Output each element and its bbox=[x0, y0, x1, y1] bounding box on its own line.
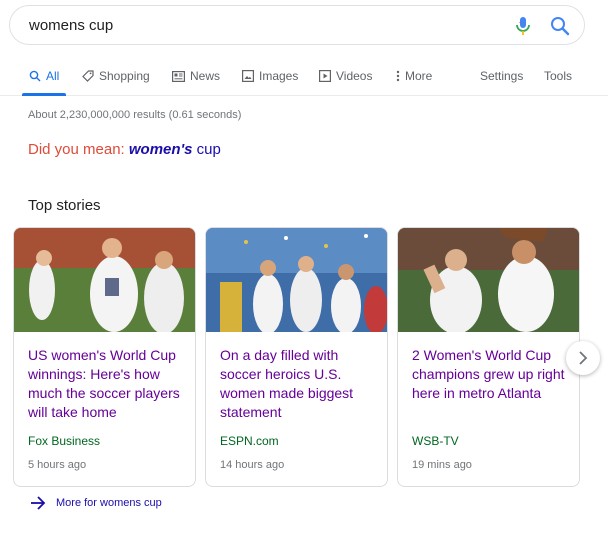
did-you-mean-label: Did you mean: bbox=[28, 141, 125, 158]
story-source: Fox Business bbox=[28, 434, 101, 448]
tab-label: Shopping bbox=[99, 69, 150, 83]
search-box[interactable]: womens cup bbox=[9, 5, 585, 45]
story-thumbnail bbox=[14, 228, 195, 332]
settings-link[interactable]: Settings bbox=[480, 69, 523, 83]
more-stories-label: More for womens cup bbox=[56, 497, 162, 509]
tab-more[interactable]: More bbox=[396, 69, 432, 83]
newspaper-icon bbox=[172, 70, 185, 82]
active-tab-indicator bbox=[22, 93, 66, 96]
search-input[interactable]: womens cup bbox=[29, 17, 113, 34]
story-time: 19 mins ago bbox=[412, 459, 472, 471]
story-card[interactable]: US women's World Cup winnings: Here's ho… bbox=[13, 227, 196, 487]
tag-icon bbox=[82, 70, 94, 82]
story-headline[interactable]: US women's World Cup winnings: Here's ho… bbox=[28, 346, 188, 422]
tab-news[interactable]: News bbox=[172, 69, 220, 83]
search-icon[interactable] bbox=[550, 16, 570, 36]
tab-label: Images bbox=[259, 69, 299, 83]
tab-all[interactable]: All bbox=[29, 69, 59, 83]
corrected-term: women's bbox=[128, 141, 193, 158]
tab-videos[interactable]: Videos bbox=[319, 69, 372, 83]
did-you-mean-suggestion[interactable]: women's cup bbox=[129, 141, 221, 158]
tab-shopping[interactable]: Shopping bbox=[82, 69, 150, 83]
story-time: 14 hours ago bbox=[220, 459, 285, 471]
tab-images[interactable]: Images bbox=[242, 69, 298, 83]
story-thumbnail bbox=[206, 228, 387, 332]
microphone-icon[interactable] bbox=[514, 16, 532, 36]
tab-label: All bbox=[46, 69, 60, 83]
settings-label: Settings bbox=[480, 69, 524, 83]
story-card[interactable]: On a day filled with soccer heroics U.S.… bbox=[205, 227, 388, 487]
suggestion-rest: cup bbox=[196, 141, 221, 158]
arrow-right-icon bbox=[31, 496, 46, 510]
chevron-right-icon bbox=[579, 351, 588, 365]
results-stats: About 2,230,000,000 results (0.61 second… bbox=[28, 109, 242, 121]
story-time: 5 hours ago bbox=[28, 459, 87, 471]
tab-label: News bbox=[190, 69, 221, 83]
did-you-mean: Did you mean: women's cup bbox=[28, 141, 221, 158]
tools-label: Tools bbox=[544, 69, 573, 83]
story-headline[interactable]: On a day filled with soccer heroics U.S.… bbox=[220, 346, 380, 422]
tab-label: More bbox=[405, 69, 433, 83]
story-source: WSB-TV bbox=[412, 434, 459, 448]
search-tabs: All Shopping News Images Videos More Set… bbox=[0, 60, 608, 96]
story-source: ESPN.com bbox=[220, 434, 279, 448]
story-thumbnail bbox=[398, 228, 579, 332]
play-icon bbox=[319, 70, 331, 82]
next-stories-button[interactable] bbox=[566, 341, 600, 375]
story-card[interactable]: 2 Women's World Cup champions grew up ri… bbox=[397, 227, 580, 487]
search-icon bbox=[29, 70, 41, 82]
image-icon bbox=[242, 70, 254, 82]
tools-link[interactable]: Tools bbox=[544, 69, 572, 83]
more-stories-link[interactable]: More for womens cup bbox=[30, 496, 162, 510]
top-stories-heading: Top stories bbox=[28, 197, 101, 214]
story-headline[interactable]: 2 Women's World Cup champions grew up ri… bbox=[412, 346, 572, 403]
tab-label: Videos bbox=[336, 69, 373, 83]
more-vert-icon bbox=[396, 70, 400, 82]
